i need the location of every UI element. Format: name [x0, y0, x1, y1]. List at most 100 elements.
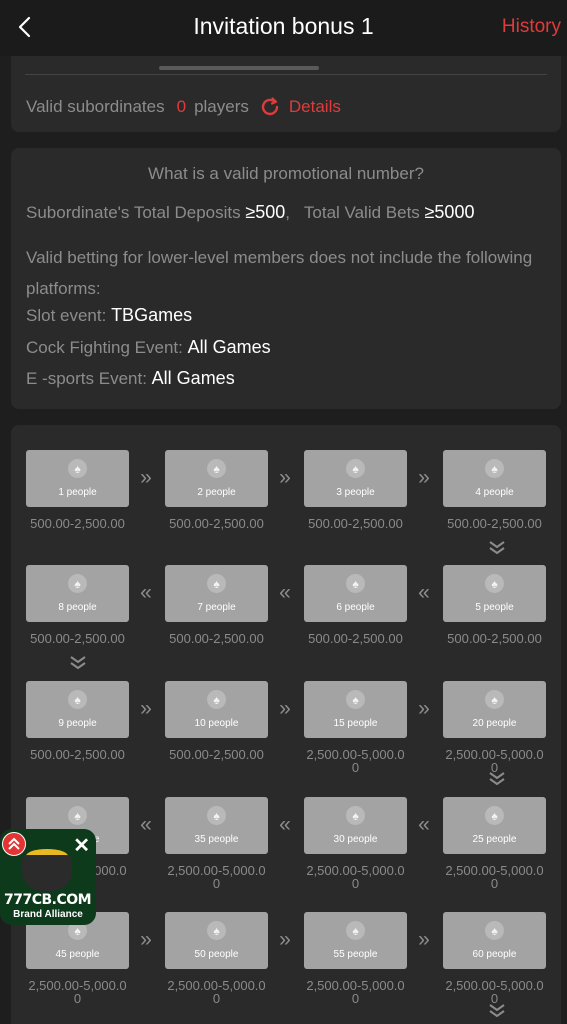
- deposits-label: Subordinate's Total Deposits: [26, 203, 241, 222]
- double-chevron-left-icon: «: [279, 581, 291, 604]
- tier-card[interactable]: ♠ 35 people 2,500.00-5,000.00: [165, 797, 268, 890]
- tier-range: 500.00-2,500.00: [30, 516, 125, 531]
- tier-people: 55 people: [333, 949, 378, 960]
- spade-icon: ♠: [346, 921, 365, 940]
- tier-people: 8 people: [58, 602, 97, 613]
- spade-icon: ♠: [207, 690, 226, 709]
- tier-card[interactable]: ♠ 25 people 2,500.00-5,000.00: [443, 797, 546, 890]
- tier-card[interactable]: ♠ 20 people 2,500.00-5,000.00: [443, 681, 546, 774]
- tier-range: 500.00-2,500.00: [169, 747, 264, 762]
- tier-box[interactable]: ♠ 20 people: [443, 681, 546, 738]
- double-chevron-left-icon: «: [140, 813, 152, 836]
- double-chevron-down-icon: [70, 656, 86, 670]
- deposits-value: ≥500: [245, 202, 286, 222]
- tier-card[interactable]: ♠ 6 people 500.00-2,500.00: [304, 565, 407, 645]
- tier-people: 4 people: [475, 487, 514, 498]
- tier-card[interactable]: ♠ 45 people 2,500.00-5,000.00: [26, 912, 129, 1005]
- tier-box[interactable]: ♠ 30 people: [304, 797, 407, 854]
- tier-people: 3 people: [336, 487, 375, 498]
- history-link[interactable]: History: [502, 16, 561, 38]
- tier-box[interactable]: ♠ 9 people: [26, 681, 129, 738]
- separator: ,: [285, 203, 291, 222]
- tier-box[interactable]: ♠ 15 people: [304, 681, 407, 738]
- tier-range: 500.00-2,500.00: [169, 631, 264, 646]
- tier-box[interactable]: ♠ 4 people: [443, 450, 546, 507]
- double-chevron-right-icon: »: [140, 466, 152, 489]
- cock-fighting-label: Cock Fighting Event:: [26, 338, 183, 357]
- tier-card[interactable]: ♠ 3 people 500.00-2,500.00: [304, 450, 407, 530]
- tier-card[interactable]: ♠ 10 people 500.00-2,500.00: [165, 681, 268, 761]
- scroll-indicator[interactable]: [159, 66, 319, 70]
- tier-people: 7 people: [197, 602, 236, 613]
- spade-icon: ♠: [68, 690, 87, 709]
- tier-range: 2,500.00-5,000.00: [306, 747, 405, 775]
- rules-question: What is a valid promotional number?: [148, 164, 424, 183]
- slot-event-row: Slot event: TBGames: [26, 305, 192, 326]
- tier-box[interactable]: ♠ 3 people: [304, 450, 407, 507]
- tier-range: 2,500.00-5,000.00: [306, 978, 405, 1006]
- tier-box[interactable]: ♠ 1 people: [26, 450, 129, 507]
- tier-people: 45 people: [55, 949, 100, 960]
- subordinates-unit: players: [194, 97, 249, 116]
- tiers-card: ♠ 1 people 500.00-2,500.00 ♠ 2 people 500.…: [11, 425, 561, 1024]
- tier-card[interactable]: ♠ 7 people 500.00-2,500.00: [165, 565, 268, 645]
- tier-card[interactable]: ♠ 9 people 500.00-2,500.00: [26, 681, 129, 761]
- close-icon[interactable]: ✕: [73, 833, 90, 858]
- tier-box[interactable]: ♠ 5 people: [443, 565, 546, 622]
- tier-card[interactable]: ♠ 30 people 2,500.00-5,000.00: [304, 797, 407, 890]
- spade-icon: ♠: [207, 459, 226, 478]
- tier-box[interactable]: ♠ 7 people: [165, 565, 268, 622]
- spade-icon: ♠: [207, 574, 226, 593]
- tier-card[interactable]: ♠ 2 people 500.00-2,500.00: [165, 450, 268, 530]
- spade-icon: ♠: [207, 921, 226, 940]
- spade-icon: ♠: [485, 921, 504, 940]
- tier-card[interactable]: ♠ 55 people 2,500.00-5,000.00: [304, 912, 407, 1005]
- double-chevron-right-icon: »: [418, 928, 430, 951]
- tier-people: 5 people: [475, 602, 514, 613]
- tier-card[interactable]: ♠ 8 people 500.00-2,500.00: [26, 565, 129, 645]
- double-chevron-right-icon: »: [418, 697, 430, 720]
- double-chevron-left-icon: «: [140, 581, 152, 604]
- promo-brand: 777CB.COM: [4, 892, 92, 908]
- tier-card[interactable]: ♠ 50 people 2,500.00-5,000.00: [165, 912, 268, 1005]
- cock-fighting-value: All Games: [187, 337, 271, 357]
- spade-icon: ♠: [68, 574, 87, 593]
- tier-box[interactable]: ♠ 50 people: [165, 912, 268, 969]
- subordinates-row: Valid subordinates 0 players Details: [26, 96, 341, 118]
- promo-subtitle: Brand Alliance: [13, 909, 83, 920]
- tier-people: 10 people: [194, 718, 239, 729]
- tier-box[interactable]: ♠ 8 people: [26, 565, 129, 622]
- tier-card[interactable]: ♠ 15 people 2,500.00-5,000.00: [304, 681, 407, 774]
- spade-icon: ♠: [207, 806, 226, 825]
- tier-box[interactable]: ♠ 10 people: [165, 681, 268, 738]
- tier-box[interactable]: ♠ 2 people: [165, 450, 268, 507]
- tier-range: 2,500.00-5,000.00: [28, 978, 127, 1006]
- subordinates-count: 0: [176, 97, 187, 116]
- details-link[interactable]: Details: [289, 97, 341, 117]
- double-chevron-right-icon: »: [279, 928, 291, 951]
- esports-row: E -sports Event: All Games: [26, 368, 235, 389]
- tier-range: 500.00-2,500.00: [169, 516, 264, 531]
- tier-card[interactable]: ♠ 1 people 500.00-2,500.00: [26, 450, 129, 530]
- tier-box[interactable]: ♠ 25 people: [443, 797, 546, 854]
- spade-icon: ♠: [346, 806, 365, 825]
- tier-box[interactable]: ♠ 55 people: [304, 912, 407, 969]
- double-chevron-right-icon: »: [279, 697, 291, 720]
- tier-people: 2 people: [197, 487, 236, 498]
- tier-box[interactable]: ♠ 35 people: [165, 797, 268, 854]
- tier-box[interactable]: ♠ 60 people: [443, 912, 546, 969]
- page-title: Invitation bonus 1: [193, 13, 374, 39]
- tier-card[interactable]: ♠ 60 people 2,500.00-5,000.00: [443, 912, 546, 1005]
- requirements-row: Subordinate's Total Deposits ≥500, Total…: [26, 202, 474, 223]
- tier-range: 2,500.00-5,000.00: [445, 978, 544, 1006]
- tier-card[interactable]: ♠ 4 people 500.00-2,500.00: [443, 450, 546, 530]
- divider: [25, 74, 547, 75]
- slot-event-value: TBGames: [111, 305, 193, 325]
- tier-card[interactable]: ♠ 5 people 500.00-2,500.00: [443, 565, 546, 645]
- tier-range: 500.00-2,500.00: [447, 631, 542, 646]
- double-chevron-left-icon: «: [279, 813, 291, 836]
- promo-floating-badge[interactable]: ✕ 777CB.COM Brand Alliance: [0, 829, 96, 925]
- treasure-pot-icon: [22, 855, 72, 891]
- tier-box[interactable]: ♠ 6 people: [304, 565, 407, 622]
- refresh-icon[interactable]: [259, 96, 281, 118]
